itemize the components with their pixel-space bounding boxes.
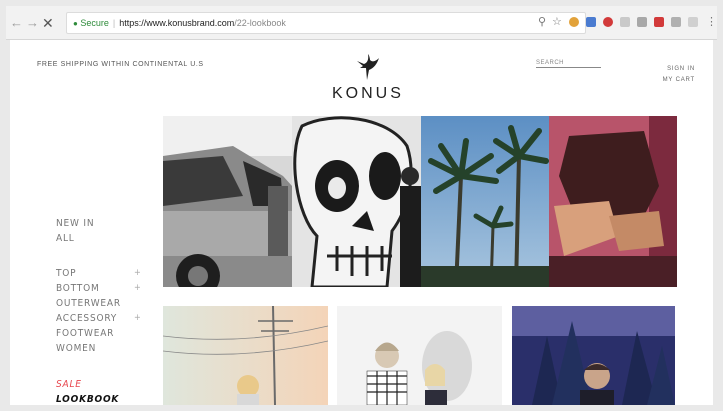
sidebar-top-links: NEW IN ALL: [56, 216, 94, 246]
lookbook-photo-night-trees[interactable]: [512, 306, 675, 405]
sidebar-item-new-in[interactable]: NEW IN: [56, 216, 94, 231]
lookbook-photo-car[interactable]: [163, 116, 292, 287]
adblock-icon[interactable]: [603, 17, 613, 27]
sidebar-item-accessory[interactable]: ACCESSORY +: [56, 311, 146, 326]
search-input[interactable]: SEARCH: [536, 60, 601, 68]
page: FREE SHIPPING WITHIN CONTINENTAL U.S KON…: [10, 40, 713, 405]
sidebar-item-bottom[interactable]: BOTTOM +: [56, 281, 146, 296]
extension-icon[interactable]: [654, 17, 664, 27]
lookbook-photo-palm-trees[interactable]: [421, 116, 549, 287]
extension-icon[interactable]: [569, 17, 579, 27]
extension-icon[interactable]: [620, 17, 630, 27]
sidebar-item-sale[interactable]: SALE: [56, 377, 119, 392]
sidebar-item-all[interactable]: ALL: [56, 231, 94, 246]
expand-plus-icon[interactable]: +: [134, 311, 142, 326]
url-path: /22-lookbook: [234, 18, 286, 28]
bird-logo-icon[interactable]: [355, 52, 381, 82]
sign-in-link[interactable]: SIGN IN: [663, 64, 695, 75]
expand-plus-icon[interactable]: +: [134, 281, 142, 296]
bookmark-star-icon[interactable]: ☆: [552, 15, 562, 28]
extension-icon[interactable]: [637, 17, 647, 27]
close-icon[interactable]: ✕: [42, 16, 54, 30]
account-links: SIGN IN MY CART: [663, 64, 695, 86]
lookbook-photo-skull-mural[interactable]: [292, 116, 421, 287]
sidebar-item-footwear[interactable]: FOOTWEAR: [56, 326, 146, 341]
sidebar-item-lookbook[interactable]: LOOKBOOK: [56, 392, 119, 405]
secure-label: Secure: [80, 18, 109, 28]
extension-icon[interactable]: [688, 17, 698, 27]
lookbook-photo-power-lines[interactable]: [163, 306, 328, 405]
sidebar-item-outerwear[interactable]: OUTERWEAR: [56, 296, 146, 311]
address-bar[interactable]: ● Secure | https://www.konusbrand.com/22-l…: [66, 12, 586, 34]
sidebar-promo-links: SALE LOOKBOOK: [56, 377, 119, 405]
forward-icon[interactable]: →: [26, 16, 39, 30]
brand-logo-text[interactable]: KONUS: [332, 85, 404, 103]
zoom-icon[interactable]: ⚲: [538, 15, 546, 28]
expand-plus-icon[interactable]: +: [134, 266, 142, 281]
url-host: https://www.konusbrand.com: [119, 18, 235, 28]
sidebar-item-women[interactable]: WOMEN: [56, 341, 146, 356]
my-cart-link[interactable]: MY CART: [663, 75, 695, 86]
lookbook-photo-sitting-man[interactable]: [549, 116, 677, 287]
extension-icon[interactable]: [586, 17, 596, 27]
extension-icon[interactable]: [671, 17, 681, 27]
menu-icon[interactable]: ⋮: [706, 15, 717, 28]
sidebar-item-top[interactable]: TOP +: [56, 266, 146, 281]
shipping-notice: FREE SHIPPING WITHIN CONTINENTAL U.S: [37, 61, 204, 68]
lock-icon: ●: [73, 19, 78, 28]
browser-toolbar: ← → ✕ ● Secure | https://www.konusbrand.co…: [6, 6, 717, 40]
sidebar-categories: TOP + BOTTOM + OUTERWEAR ACCESSORY + FOOTWE…: [56, 266, 146, 356]
lookbook-photo-couple-white[interactable]: [337, 306, 502, 405]
back-icon[interactable]: ←: [10, 16, 23, 30]
